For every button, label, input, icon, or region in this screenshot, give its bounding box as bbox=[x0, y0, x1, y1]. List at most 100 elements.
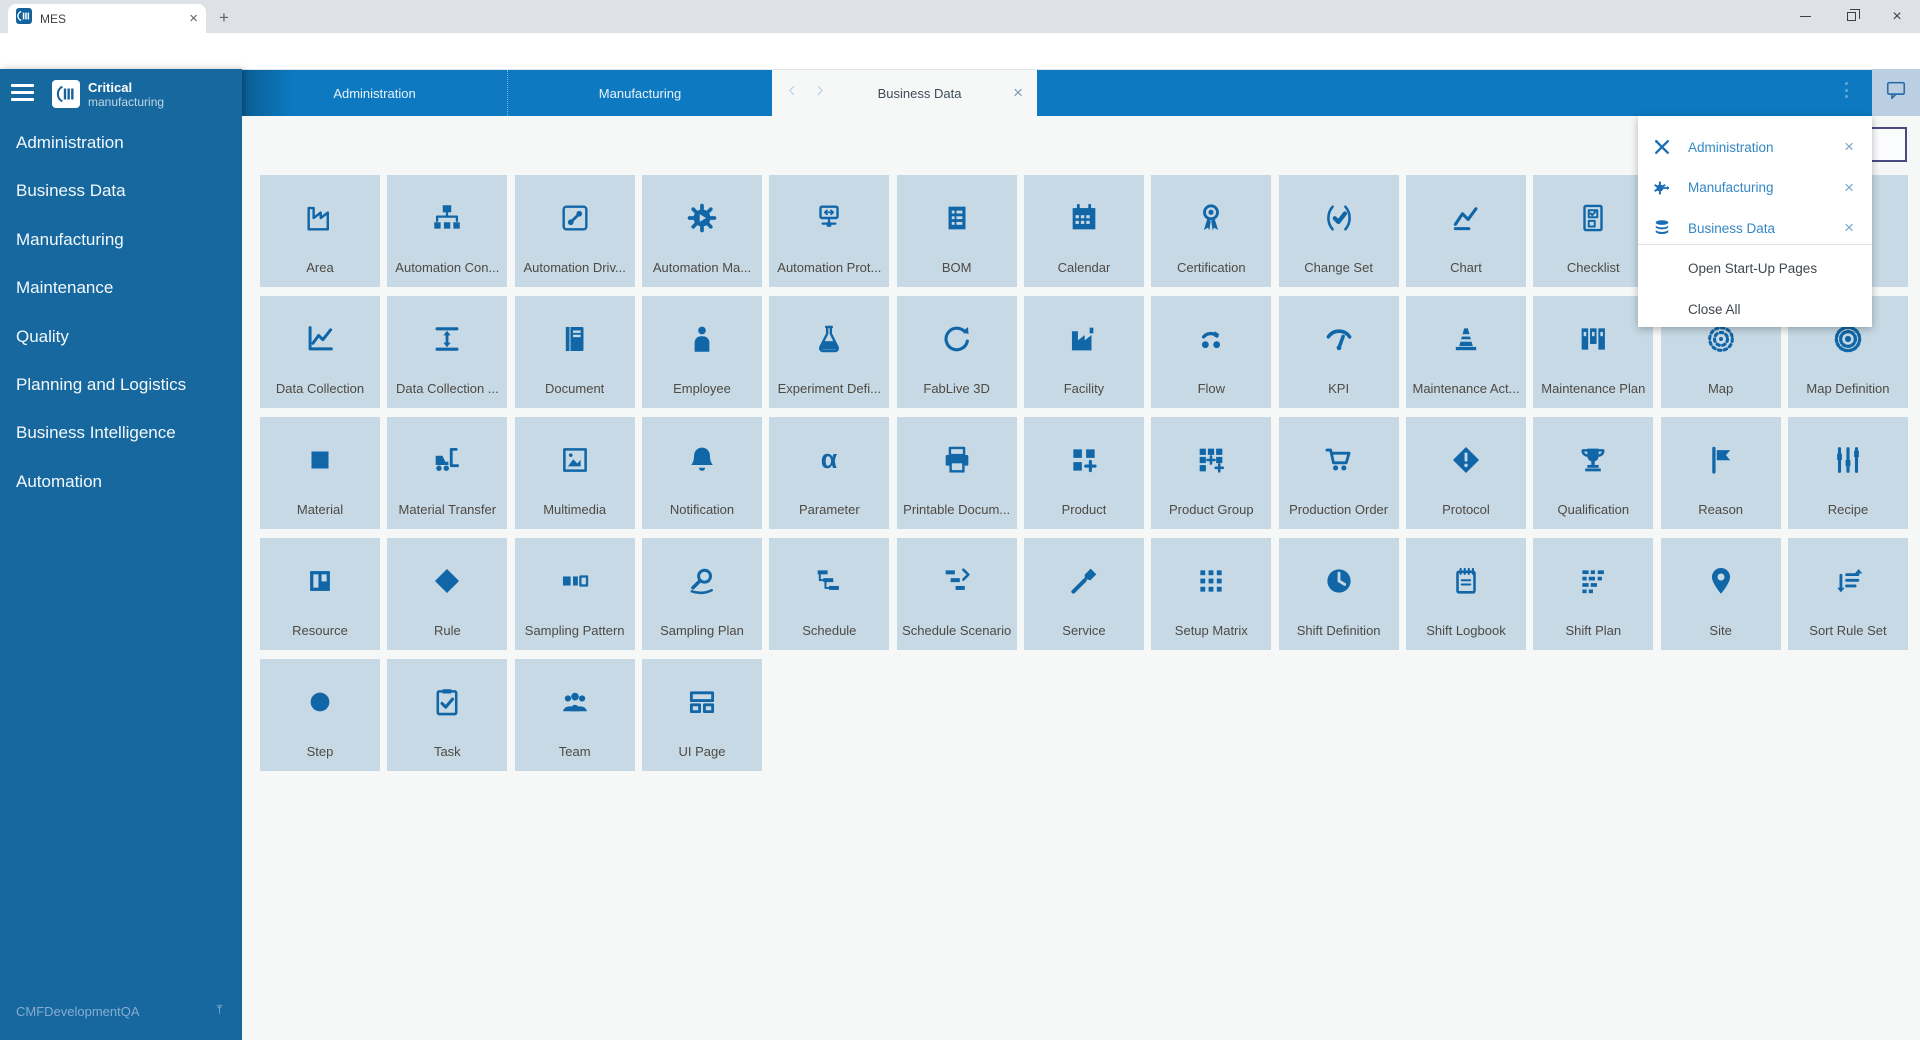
tile-team[interactable]: Team bbox=[515, 659, 635, 771]
browser-tab[interactable]: MES × bbox=[8, 4, 206, 33]
tile-kpi[interactable]: KPI bbox=[1279, 296, 1399, 408]
close-tab-icon[interactable]: × bbox=[1013, 83, 1023, 103]
tile-certification[interactable]: Certification bbox=[1151, 175, 1271, 287]
tile-step[interactable]: Step bbox=[260, 659, 380, 771]
tile-setup-matrix[interactable]: Setup Matrix bbox=[1151, 538, 1271, 650]
new-tab-button[interactable]: + bbox=[214, 8, 234, 28]
sidebar-item-quality[interactable]: Quality bbox=[0, 320, 242, 354]
tile-service[interactable]: Service bbox=[1024, 538, 1144, 650]
tile-automation-ma[interactable]: Automation Ma... bbox=[642, 175, 762, 287]
tile-change-set[interactable]: Change Set bbox=[1279, 175, 1399, 287]
tile-data-collection[interactable]: Data Collection bbox=[260, 296, 380, 408]
tile-automation-prot[interactable]: Automation Prot... bbox=[769, 175, 889, 287]
feedback-bubble-button[interactable] bbox=[1872, 69, 1920, 116]
tile-label: Schedule Scenario bbox=[902, 623, 1011, 638]
sidebar-item-business-intelligence[interactable]: Business Intelligence bbox=[0, 416, 242, 450]
sidebar-item-maintenance[interactable]: Maintenance bbox=[0, 271, 242, 305]
tile-sampling-pattern[interactable]: Sampling Pattern bbox=[515, 538, 635, 650]
browser-tab-strip: MES × + × bbox=[0, 0, 1920, 33]
pattern-blocks-icon bbox=[558, 559, 592, 603]
sidebar-item-administration[interactable]: Administration bbox=[0, 126, 242, 160]
layout-icon bbox=[685, 680, 719, 724]
tile-sampling-plan[interactable]: Sampling Plan bbox=[642, 538, 762, 650]
sidebar-item-business-data[interactable]: Business Data bbox=[0, 174, 242, 208]
tile-shift-plan[interactable]: Shift Plan bbox=[1533, 538, 1653, 650]
tile-label: Production Order bbox=[1289, 502, 1388, 517]
tile-automation-driv[interactable]: Automation Driv... bbox=[515, 175, 635, 287]
tile-printable-docum[interactable]: Printable Docum... bbox=[897, 417, 1017, 529]
tile-shift-logbook[interactable]: Shift Logbook bbox=[1406, 538, 1526, 650]
tile-task[interactable]: Task bbox=[387, 659, 507, 771]
tile-parameter[interactable]: αParameter bbox=[769, 417, 889, 529]
minimize-icon[interactable] bbox=[1782, 0, 1828, 33]
tile-multimedia[interactable]: Multimedia bbox=[515, 417, 635, 529]
tile-document[interactable]: Document bbox=[515, 296, 635, 408]
tile-employee[interactable]: Employee bbox=[642, 296, 762, 408]
tile-bom[interactable]: BOM bbox=[897, 175, 1017, 287]
tile-product-group[interactable]: Product Group bbox=[1151, 417, 1271, 529]
tile-label: Flow bbox=[1198, 381, 1225, 396]
factory-outline-icon bbox=[303, 196, 337, 240]
tile-facility[interactable]: Facility bbox=[1024, 296, 1144, 408]
sidebar-item-manufacturing[interactable]: Manufacturing bbox=[0, 223, 242, 257]
tile-label: Product bbox=[1062, 502, 1107, 517]
tile-area[interactable]: Area bbox=[260, 175, 380, 287]
tile-protocol[interactable]: Protocol bbox=[1406, 417, 1526, 529]
tile-automation-con[interactable]: Automation Con... bbox=[387, 175, 507, 287]
tab-administration[interactable]: Administration bbox=[242, 70, 507, 116]
tile-material-transfer[interactable]: Material Transfer bbox=[387, 417, 507, 529]
tile-experiment-defi[interactable]: Experiment Defi... bbox=[769, 296, 889, 408]
tile-rule[interactable]: Rule bbox=[387, 538, 507, 650]
tile-calendar[interactable]: Calendar bbox=[1024, 175, 1144, 287]
tile-shift-definition[interactable]: Shift Definition bbox=[1279, 538, 1399, 650]
tile-site[interactable]: Site bbox=[1661, 538, 1781, 650]
forklift-icon bbox=[430, 438, 464, 482]
tile-material[interactable]: Material bbox=[260, 417, 380, 529]
tile-schedule[interactable]: Schedule bbox=[769, 538, 889, 650]
gantt-arrow-icon bbox=[940, 559, 974, 603]
award-ribbon-icon bbox=[1194, 196, 1228, 240]
chevron-left-icon[interactable] bbox=[786, 83, 799, 103]
window-close-icon[interactable]: × bbox=[1874, 0, 1920, 33]
tile-production-order[interactable]: Production Order bbox=[1279, 417, 1399, 529]
chevron-right-icon[interactable] bbox=[813, 83, 826, 103]
menu-page-business-data[interactable]: Business Data× bbox=[1638, 208, 1872, 248]
tile-product[interactable]: Product bbox=[1024, 417, 1144, 529]
tile-recipe[interactable]: Recipe bbox=[1788, 417, 1908, 529]
tile-label: Task bbox=[434, 744, 461, 759]
sidebar-item-planning-and-logistics[interactable]: Planning and Logistics bbox=[0, 368, 242, 402]
tab-manufacturing[interactable]: Manufacturing bbox=[507, 70, 772, 116]
close-page-icon[interactable]: × bbox=[1844, 178, 1854, 198]
globe-clock-icon bbox=[1322, 559, 1356, 603]
tile-sort-rule-set[interactable]: Sort Rule Set bbox=[1788, 538, 1908, 650]
tile-chart[interactable]: Chart bbox=[1406, 175, 1526, 287]
tile-maintenance-plan[interactable]: Maintenance Plan bbox=[1533, 296, 1653, 408]
restore-icon[interactable] bbox=[1828, 0, 1874, 33]
tile-label: Product Group bbox=[1169, 502, 1254, 517]
menu-action-open-start-up-pages[interactable]: Open Start-Up Pages bbox=[1638, 248, 1872, 288]
tile-qualification[interactable]: Qualification bbox=[1533, 417, 1653, 529]
close-page-icon[interactable]: × bbox=[1844, 218, 1854, 238]
tab-business-data-active[interactable]: Business Data × bbox=[772, 70, 1037, 116]
menu-page-manufacturing[interactable]: Manufacturing× bbox=[1638, 168, 1872, 208]
sidebar-item-automation[interactable]: Automation bbox=[0, 465, 242, 499]
circle-solid-icon bbox=[303, 680, 337, 724]
tile-resource[interactable]: Resource bbox=[260, 538, 380, 650]
tile-schedule-scenario[interactable]: Schedule Scenario bbox=[897, 538, 1017, 650]
tab-close-icon[interactable]: × bbox=[189, 11, 198, 26]
menu-page-administration[interactable]: Administration× bbox=[1638, 127, 1872, 167]
tile-fablive-3d[interactable]: FabLive 3D bbox=[897, 296, 1017, 408]
tab-overflow-menu-icon[interactable] bbox=[1840, 82, 1852, 98]
close-page-icon[interactable]: × bbox=[1844, 137, 1854, 157]
tile-ui-page[interactable]: UI Page bbox=[642, 659, 762, 771]
tile-notification[interactable]: Notification bbox=[642, 417, 762, 529]
gantt-steps-icon bbox=[812, 559, 846, 603]
tile-maintenance-act[interactable]: Maintenance Act... bbox=[1406, 296, 1526, 408]
square-solid-icon bbox=[303, 438, 337, 482]
tile-data-collection[interactable]: Data Collection ... bbox=[387, 296, 507, 408]
tile-reason[interactable]: Reason bbox=[1661, 417, 1781, 529]
tile-flow[interactable]: Flow bbox=[1151, 296, 1271, 408]
tile-checklist[interactable]: Checklist bbox=[1533, 175, 1653, 287]
menu-action-close-all[interactable]: Close All bbox=[1638, 289, 1872, 329]
hamburger-menu-icon[interactable] bbox=[11, 84, 34, 101]
